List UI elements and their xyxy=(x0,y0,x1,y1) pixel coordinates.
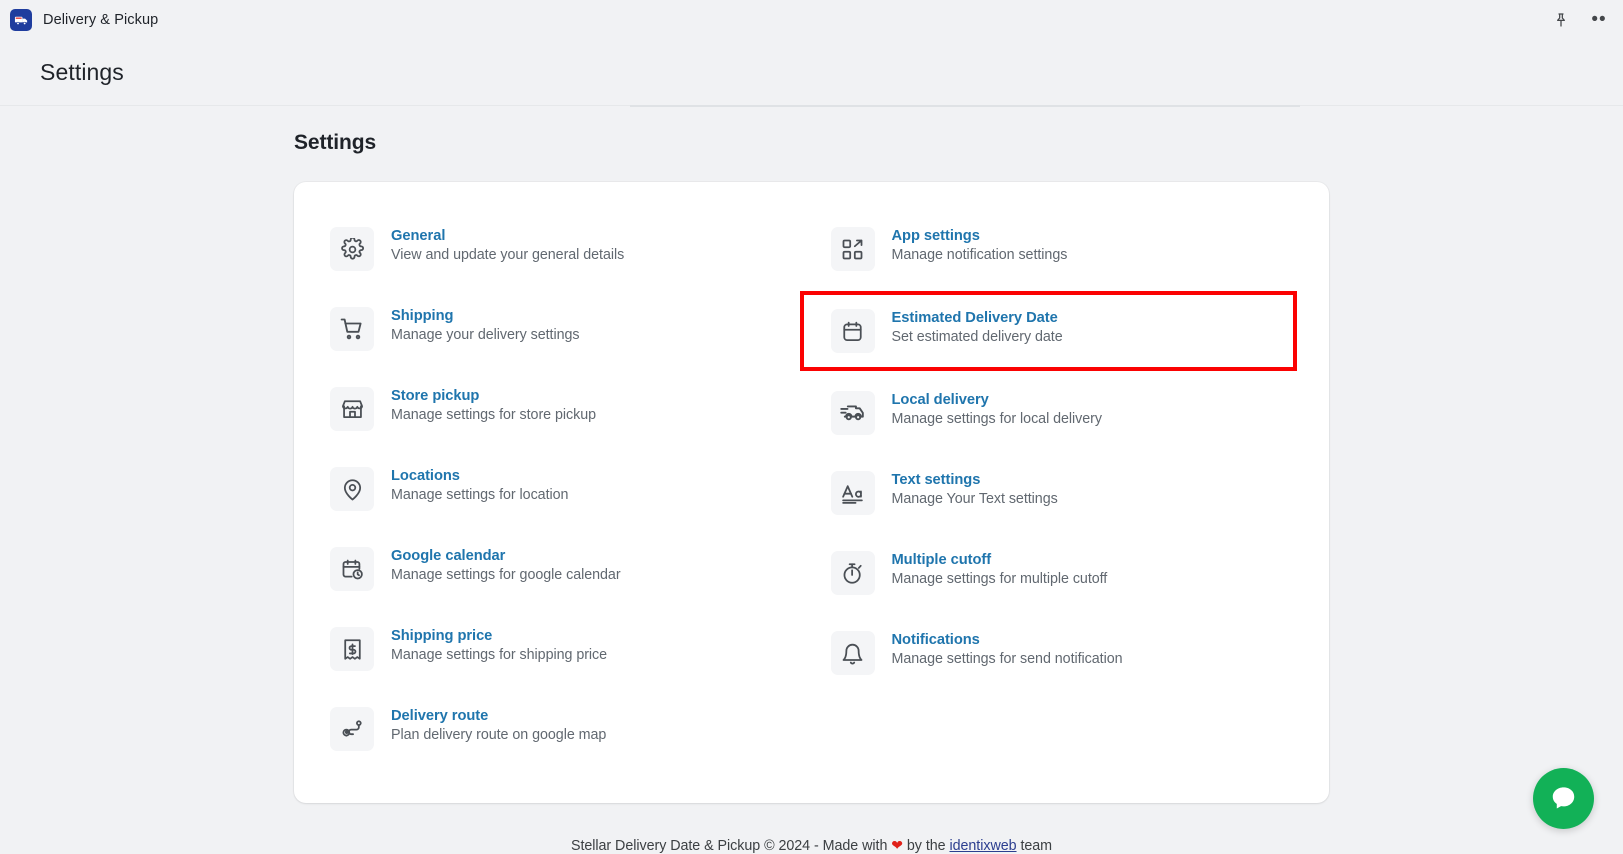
setting-item-google-calendar[interactable]: Google calendar Manage settings for googl… xyxy=(330,535,793,603)
setting-item-title[interactable]: Estimated Delivery Date xyxy=(892,310,1063,326)
setting-item-text-settings[interactable]: Text settings Manage Your Text settings xyxy=(830,459,1294,527)
setting-item-text: Multiple cutoff Manage settings for multi… xyxy=(892,551,1108,587)
setting-item-text: Store pickup Manage settings for store pi… xyxy=(391,387,596,423)
setting-item-text: Notifications Manage settings for send no… xyxy=(892,631,1123,667)
footer-middle: by the xyxy=(902,838,950,854)
setting-item-title[interactable]: Text settings xyxy=(892,472,1058,488)
setting-item-text: Delivery route Plan delivery route on goo… xyxy=(391,707,606,743)
setting-item-title[interactable]: Notifications xyxy=(892,632,1123,648)
setting-item-text: Google calendar Manage settings for googl… xyxy=(391,547,621,583)
page-footer: Stellar Delivery Date & Pickup © 2024 - … xyxy=(294,837,1329,854)
setting-item-title[interactable]: Store pickup xyxy=(391,388,596,404)
setting-item-description: Plan delivery route on google map xyxy=(391,727,607,743)
location-pin-icon xyxy=(330,467,374,511)
setting-item-description: Manage settings for multiple cutoff xyxy=(891,571,1108,587)
setting-item-local-delivery[interactable]: Local delivery Manage settings for local … xyxy=(830,379,1294,447)
setting-item-title[interactable]: Shipping price xyxy=(391,628,607,644)
setting-item-estimated-delivery-date[interactable]: Estimated Delivery Date Set estimated del… xyxy=(799,291,1297,371)
setting-item-title[interactable]: App settings xyxy=(892,228,1068,244)
page-header: Settings xyxy=(0,40,1623,105)
app-bar-actions: •• xyxy=(1551,10,1609,30)
page-title: Settings xyxy=(40,59,124,85)
footer-suffix: team xyxy=(1016,838,1053,854)
setting-item-general[interactable]: General View and update your general deta… xyxy=(330,215,793,283)
chat-bubble-icon[interactable] xyxy=(1533,768,1594,829)
heart-icon: ❤ xyxy=(891,837,903,853)
setting-item-text: General View and update your general deta… xyxy=(391,227,624,263)
calendar-box-icon xyxy=(830,309,875,353)
setting-item-title[interactable]: Multiple cutoff xyxy=(892,552,1108,568)
setting-item-text: Estimated Delivery Date Set estimated del… xyxy=(892,309,1063,345)
app-top-bar: Delivery & Pickup •• xyxy=(0,0,1623,40)
setting-item-description: Manage settings for location xyxy=(391,487,569,503)
setting-item-locations[interactable]: Locations Manage settings for location xyxy=(330,455,793,523)
setting-item-text: Shipping price Manage settings for shippi… xyxy=(391,627,607,663)
text-format-icon xyxy=(830,471,875,515)
footer-prefix: Stellar Delivery Date & Pickup © 2024 - … xyxy=(570,838,892,854)
setting-item-description: Set estimated delivery date xyxy=(891,329,1063,345)
calendar-clock-icon xyxy=(330,547,374,591)
store-icon xyxy=(330,387,374,431)
pin-icon[interactable] xyxy=(1551,10,1571,30)
app-identity: Delivery & Pickup xyxy=(10,9,158,31)
setting-item-delivery-route[interactable]: Delivery route Plan delivery route on goo… xyxy=(330,695,793,763)
local-delivery-van-icon xyxy=(830,391,875,435)
setting-item-shipping[interactable]: Shipping Manage your delivery settings xyxy=(330,295,793,363)
setting-item-description: View and update your general details xyxy=(391,247,625,263)
gear-icon xyxy=(330,227,374,271)
app-grid-icon xyxy=(830,227,875,271)
setting-item-text: Local delivery Manage settings for local … xyxy=(891,391,1103,427)
setting-item-notifications[interactable]: Notifications Manage settings for send no… xyxy=(830,619,1294,687)
setting-item-title[interactable]: Google calendar xyxy=(391,548,621,564)
stopwatch-icon xyxy=(830,551,875,595)
setting-item-description: Manage your delivery settings xyxy=(391,327,580,343)
settings-card: General View and update your general deta… xyxy=(294,182,1329,803)
setting-item-title[interactable]: Shipping xyxy=(391,308,579,324)
settings-section-title: Settings xyxy=(294,131,377,154)
delivery-truck-icon xyxy=(10,9,32,31)
setting-item-text: Shipping Manage your delivery settings xyxy=(391,307,580,343)
setting-item-description: Manage settings for send notification xyxy=(891,651,1123,667)
setting-item-app-settings[interactable]: App settings Manage notification settings xyxy=(830,215,1294,283)
header-divider xyxy=(0,105,1623,107)
bell-icon xyxy=(830,631,875,675)
settings-column-right: App settings Manage notification settings… xyxy=(799,215,1297,763)
setting-item-title[interactable]: Locations xyxy=(391,468,568,484)
setting-item-multiple-cutoff[interactable]: Multiple cutoff Manage settings for multi… xyxy=(830,539,1294,607)
receipt-dollar-icon xyxy=(330,627,374,671)
settings-column-left: General View and update your general deta… xyxy=(330,215,793,763)
setting-item-description: Manage settings for local delivery xyxy=(891,411,1103,427)
setting-item-title[interactable]: General xyxy=(391,228,624,244)
setting-item-title[interactable]: Local delivery xyxy=(892,392,1102,408)
setting-item-description: Manage Your Text settings xyxy=(891,491,1058,507)
identixweb-link[interactable]: identixweb xyxy=(949,838,1016,854)
page-content: Settings General View and update your gen… xyxy=(0,106,1623,854)
setting-item-text: Text settings Manage Your Text settings xyxy=(892,471,1058,507)
setting-item-store-pickup[interactable]: Store pickup Manage settings for store pi… xyxy=(330,375,793,443)
shopping-cart-icon xyxy=(330,307,374,351)
setting-item-description: Manage notification settings xyxy=(891,247,1068,263)
setting-item-description: Manage settings for shipping price xyxy=(391,647,608,663)
more-horizontal-icon[interactable]: •• xyxy=(1589,10,1609,30)
setting-item-description: Manage settings for google calendar xyxy=(391,567,621,583)
setting-item-title[interactable]: Delivery route xyxy=(391,708,606,724)
setting-item-shipping-price[interactable]: Shipping price Manage settings for shippi… xyxy=(330,615,793,683)
setting-item-text: App settings Manage notification settings xyxy=(892,227,1068,263)
route-icon xyxy=(330,707,374,751)
app-name-label: Delivery & Pickup xyxy=(43,12,159,28)
settings-grid: General View and update your general deta… xyxy=(330,215,1297,763)
setting-item-description: Manage settings for store pickup xyxy=(391,407,597,423)
setting-item-text: Locations Manage settings for location xyxy=(391,467,568,503)
